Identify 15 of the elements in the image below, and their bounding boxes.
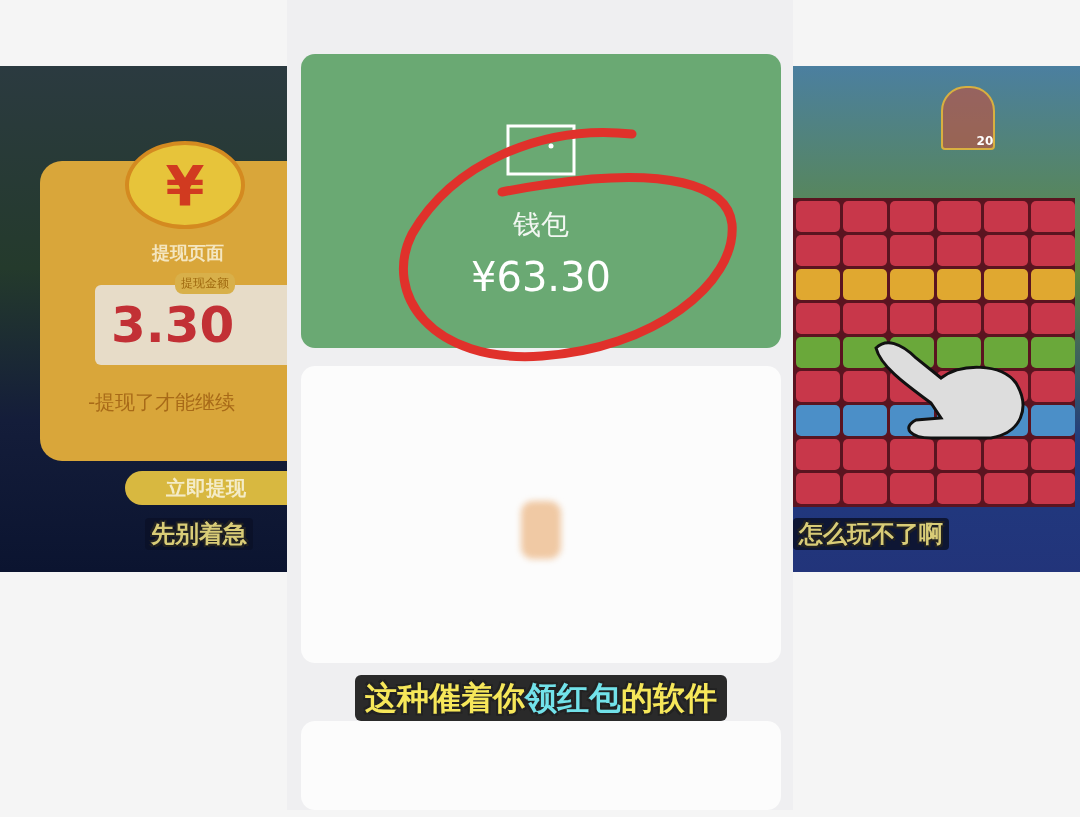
amount-label: 提现金额 — [175, 273, 235, 294]
video-caption: 怎么玩不了啊 — [793, 518, 950, 550]
popup-note: -提现了才能继续 — [88, 389, 236, 416]
amount-value: 3.30 — [111, 296, 235, 354]
video-caption: 先别着急 — [145, 518, 253, 550]
wallet-icon — [506, 124, 576, 176]
coin-icon: ¥ — [125, 141, 245, 229]
wallet-balance: ¥63.30 — [471, 254, 611, 300]
wallet-card[interactable]: 钱包 ¥63.30 — [300, 54, 782, 349]
balloon-cage-drawing: 20 — [941, 86, 996, 150]
video-caption: 这种催着你领红包的软件 — [355, 675, 727, 722]
blurred-icon — [521, 501, 561, 560]
withdraw-button[interactable]: 立即提现 — [125, 471, 287, 505]
popup-title: 提现页面 — [152, 241, 224, 265]
wallet-label: 钱包 — [513, 207, 569, 243]
